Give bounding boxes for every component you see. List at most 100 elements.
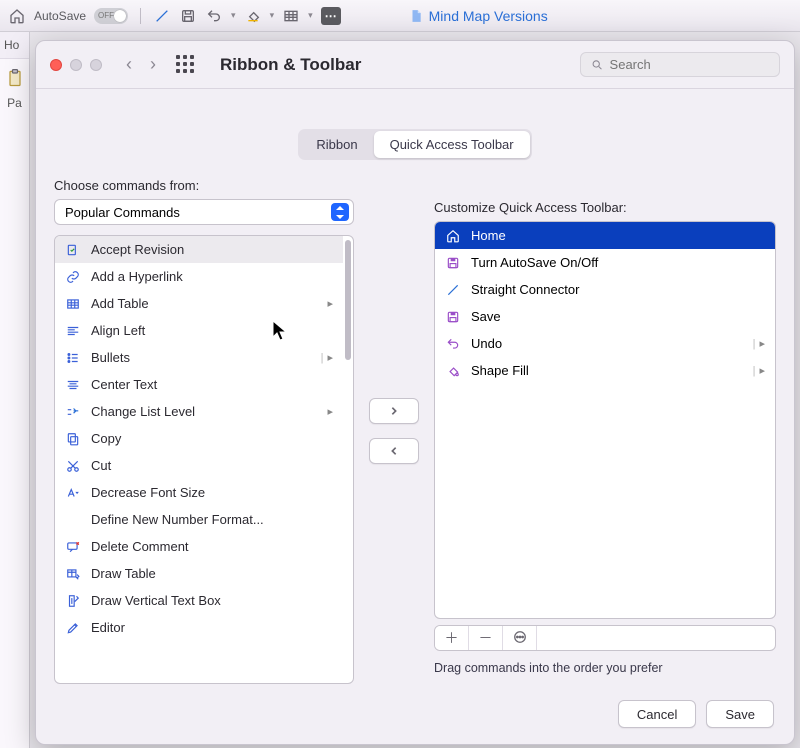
- dialog-footer: Cancel Save: [36, 684, 794, 744]
- under-window-left: Ho Pa: [0, 32, 30, 748]
- command-row[interactable]: Define New Number Format...: [55, 506, 343, 533]
- shape-fill-icon[interactable]: [244, 7, 262, 25]
- tab-home-abbrev[interactable]: Ho: [0, 32, 29, 59]
- save-icon[interactable]: [179, 7, 197, 25]
- customize-qat-label: Customize Quick Access Toolbar:: [434, 200, 776, 215]
- command-row[interactable]: Copy: [55, 425, 343, 452]
- qat-row[interactable]: Shape Fill |▸: [435, 357, 775, 384]
- command-icon: [65, 485, 81, 501]
- command-row[interactable]: Draw Vertical Text Box: [55, 587, 343, 614]
- command-icon: [65, 566, 81, 582]
- window-controls: [50, 59, 102, 71]
- home-icon[interactable]: [8, 7, 26, 25]
- autosave-label: AutoSave: [34, 9, 86, 23]
- tab-switcher: Ribbon Quick Access Toolbar: [298, 129, 531, 160]
- more-icon[interactable]: ⋯: [321, 7, 341, 25]
- nav-forward-button[interactable]: ›: [150, 54, 156, 75]
- command-label: Add Table: [91, 296, 317, 311]
- command-icon: [65, 242, 81, 258]
- choose-commands-value: Popular Commands: [65, 205, 180, 220]
- qat-add-button[interactable]: ＋: [435, 626, 469, 650]
- command-label: Editor: [91, 620, 333, 635]
- command-row[interactable]: Cut: [55, 452, 343, 479]
- submenu-indicator: ▸: [327, 405, 333, 418]
- maximize-window-button[interactable]: [90, 59, 102, 71]
- command-icon: [65, 458, 81, 474]
- command-label: Add a Hyperlink: [91, 269, 333, 284]
- undo-icon[interactable]: [205, 7, 223, 25]
- drag-hint-text: Drag commands into the order you prefer: [434, 661, 776, 675]
- scrollbar[interactable]: [345, 240, 351, 360]
- search-input[interactable]: [610, 57, 769, 72]
- choose-commands-label: Choose commands from:: [54, 178, 354, 193]
- command-label: Copy: [91, 431, 333, 446]
- minimize-window-button[interactable]: [70, 59, 82, 71]
- qat-item-label: Home: [471, 228, 506, 243]
- command-row[interactable]: Add Table▸: [55, 290, 343, 317]
- search-field[interactable]: [580, 52, 780, 77]
- submenu-indicator: |▸: [319, 351, 333, 364]
- command-row[interactable]: Change List Level▸: [55, 398, 343, 425]
- command-row[interactable]: Bullets|▸: [55, 344, 343, 371]
- command-icon: [65, 431, 81, 447]
- command-row[interactable]: Draw Table: [55, 560, 343, 587]
- command-label: Define New Number Format...: [91, 512, 333, 527]
- command-icon: [65, 269, 81, 285]
- command-icon: [65, 539, 81, 555]
- qat-row[interactable]: Straight Connector: [435, 276, 775, 303]
- qat-list-controls: ＋ －: [434, 625, 776, 651]
- apps-grid-icon[interactable]: [176, 55, 196, 75]
- command-icon: [65, 620, 81, 636]
- command-label: Draw Vertical Text Box: [91, 593, 333, 608]
- submenu-indicator: |▸: [751, 337, 765, 350]
- command-label: Draw Table: [91, 566, 333, 581]
- qat-item-icon: [445, 255, 461, 271]
- command-label: Decrease Font Size: [91, 485, 333, 500]
- submenu-indicator: |▸: [751, 364, 765, 377]
- qat-item-label: Turn AutoSave On/Off: [471, 255, 598, 270]
- choose-commands-select[interactable]: Popular Commands: [54, 199, 354, 225]
- command-label: Cut: [91, 458, 333, 473]
- app-toolbar: AutoSave OFF ▾ ▾ ▾ ⋯ Mind Map Versions: [0, 0, 800, 32]
- ribbon-toolbar-dialog: ‹ › Ribbon & Toolbar Ribbon Quick Access…: [35, 40, 795, 745]
- line-icon[interactable]: [153, 7, 171, 25]
- command-row[interactable]: Editor: [55, 614, 343, 641]
- qat-item-icon: [445, 228, 461, 244]
- qat-list[interactable]: Home Turn AutoSave On/Off Straight Connect…: [434, 221, 776, 619]
- qat-row[interactable]: Turn AutoSave On/Off: [435, 249, 775, 276]
- command-row[interactable]: Center Text: [55, 371, 343, 398]
- tab-ribbon[interactable]: Ribbon: [300, 131, 373, 158]
- search-icon: [591, 58, 604, 72]
- save-button[interactable]: Save: [706, 700, 774, 728]
- cancel-button[interactable]: Cancel: [618, 700, 696, 728]
- command-row[interactable]: Decrease Font Size: [55, 479, 343, 506]
- qat-item-label: Undo: [471, 336, 502, 351]
- command-row[interactable]: Accept Revision: [55, 236, 343, 263]
- autosave-state: OFF: [98, 11, 114, 20]
- command-label: Center Text: [91, 377, 333, 392]
- qat-row[interactable]: Home: [435, 222, 775, 249]
- command-icon: [65, 404, 81, 420]
- qat-row[interactable]: Undo |▸: [435, 330, 775, 357]
- table-icon[interactable]: [282, 7, 300, 25]
- qat-item-label: Straight Connector: [471, 282, 579, 297]
- qat-row[interactable]: Save: [435, 303, 775, 330]
- autosave-toggle[interactable]: OFF: [94, 8, 128, 24]
- command-row[interactable]: Align Left: [55, 317, 343, 344]
- tab-quick-access-toolbar[interactable]: Quick Access Toolbar: [374, 131, 530, 158]
- select-caret-icon: [331, 203, 349, 221]
- close-window-button[interactable]: [50, 59, 62, 71]
- remove-command-button[interactable]: [369, 438, 419, 464]
- command-row[interactable]: Delete Comment: [55, 533, 343, 560]
- qat-remove-button[interactable]: －: [469, 626, 503, 650]
- qat-options-button[interactable]: [503, 626, 537, 650]
- clipboard-icon[interactable]: [5, 67, 25, 89]
- chevron-right-icon: [389, 406, 399, 416]
- commands-list[interactable]: Accept RevisionAdd a HyperlinkAdd Table▸…: [54, 235, 354, 684]
- dialog-title: Ribbon & Toolbar: [220, 55, 361, 75]
- qat-item-label: Shape Fill: [471, 363, 529, 378]
- command-label: Delete Comment: [91, 539, 333, 554]
- nav-back-button[interactable]: ‹: [126, 54, 132, 75]
- command-row[interactable]: Add a Hyperlink: [55, 263, 343, 290]
- add-command-button[interactable]: [369, 398, 419, 424]
